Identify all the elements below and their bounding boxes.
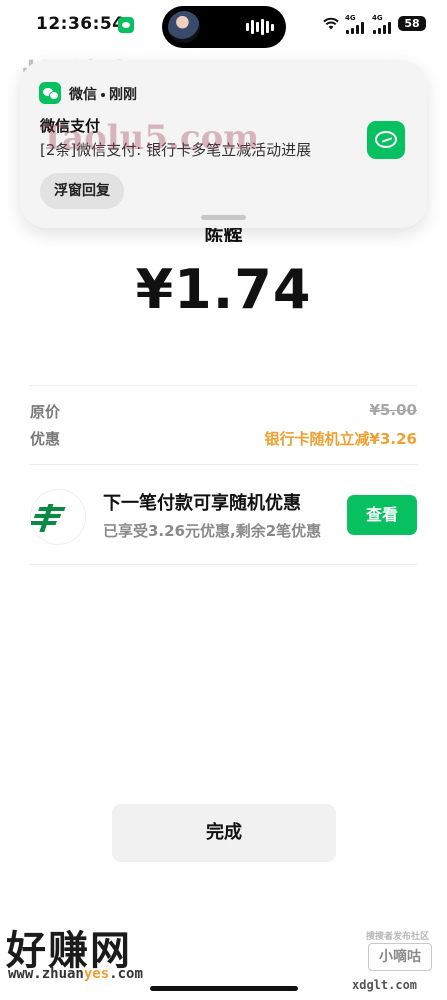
- original-price-value: ¥5.00: [369, 401, 417, 419]
- discount-value: 银行卡随机立减¥3.26: [264, 430, 417, 448]
- wechat-pay-icon: [367, 121, 405, 159]
- discount-label: 优惠: [30, 430, 61, 448]
- done-button[interactable]: 完成: [112, 804, 336, 862]
- watermark-xiaodigu: 小嘀咕: [368, 943, 432, 971]
- watermark-url: www.zhuanyes.com: [8, 966, 143, 982]
- signal-icon: [346, 22, 364, 34]
- status-time: 12:36:54: [36, 14, 125, 34]
- wechat-icon: [39, 82, 61, 104]
- view-button[interactable]: 查看: [347, 495, 417, 535]
- promo-title: 下一笔付款可享随机优惠: [103, 493, 301, 514]
- watermark-caption: 搜搜者发布社区: [366, 932, 430, 942]
- signal-icon-2: [373, 22, 391, 34]
- watermark-xdglt: xdglt.com: [352, 978, 418, 992]
- status-bar: 12:36:54 4G 4G 58: [0, 0, 447, 52]
- network-label-2: 4G: [372, 14, 383, 22]
- wechat-status-icon: [118, 17, 134, 33]
- network-label-1: 4G: [345, 14, 356, 22]
- floating-reply-button[interactable]: 浮窗回复: [40, 173, 124, 209]
- dynamic-island[interactable]: [162, 6, 286, 48]
- home-indicator[interactable]: [150, 986, 298, 991]
- divider: [30, 385, 417, 386]
- divider: [30, 564, 417, 565]
- promo-subtitle: 已享受3.26元优惠,剩余2笔优惠: [103, 522, 322, 540]
- postal-bank-logo-icon: [29, 489, 86, 545]
- separator-dot: [101, 93, 105, 97]
- avatar: [168, 11, 200, 43]
- notification-app: 微信 刚刚: [69, 87, 137, 103]
- original-price-label: 原价: [30, 403, 61, 421]
- audio-wave-icon: [246, 19, 274, 35]
- payment-amount: ¥1.74: [135, 258, 312, 321]
- divider: [30, 464, 417, 465]
- battery-icon: 58: [398, 16, 426, 31]
- watermark-taolu: Taolu5.com: [40, 118, 260, 158]
- wifi-icon: [323, 17, 339, 30]
- banner-drag-handle[interactable]: [201, 215, 246, 220]
